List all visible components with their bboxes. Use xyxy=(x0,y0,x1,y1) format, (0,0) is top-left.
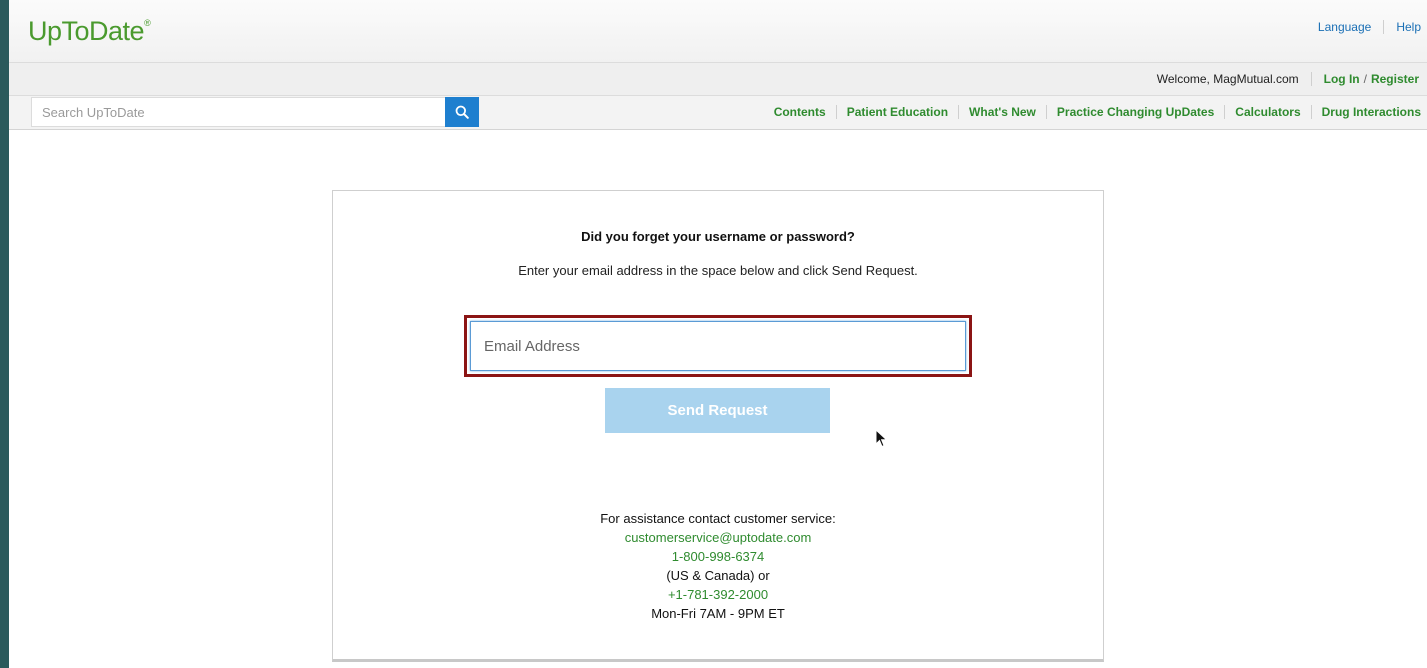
welcome-text: Welcome, xyxy=(1156,72,1210,86)
support-phone-intl-link[interactable]: +1-781-392-2000 xyxy=(333,585,1103,604)
divider xyxy=(1310,105,1312,119)
forgot-credentials-card: Did you forget your username or password… xyxy=(332,190,1104,662)
nav-whats-new[interactable]: What's New xyxy=(969,105,1036,119)
divider xyxy=(1383,20,1385,34)
send-request-button[interactable]: Send Request xyxy=(605,388,830,433)
slash-separator: / xyxy=(1363,72,1367,86)
mouse-cursor-icon xyxy=(875,429,888,448)
search-button[interactable] xyxy=(445,97,479,127)
registered-mark: ® xyxy=(144,18,151,28)
email-field-highlight xyxy=(464,315,972,377)
language-link[interactable]: Language xyxy=(1318,20,1371,34)
main-nav: Contents Patient Education What's New Pr… xyxy=(774,105,1421,119)
support-hours: Mon-Fri 7AM - 9PM ET xyxy=(651,606,785,621)
user-bar: Welcome, MagMutual.com Log In / Register xyxy=(9,63,1427,96)
help-link[interactable]: Help xyxy=(1396,20,1421,34)
user-info: Welcome, MagMutual.com Log In / Register xyxy=(1157,72,1419,86)
user-name: MagMutual.com xyxy=(1213,72,1299,86)
nav-bar: Contents Patient Education What's New Pr… xyxy=(9,96,1427,130)
assistance-info: For assistance contact customer service:… xyxy=(333,509,1103,623)
support-email-link[interactable]: customerservice@uptodate.com xyxy=(333,528,1103,547)
nav-patient-education[interactable]: Patient Education xyxy=(847,105,948,119)
divider xyxy=(1224,105,1226,119)
search-icon xyxy=(455,105,469,119)
divider xyxy=(1310,72,1312,86)
support-phone-us-link[interactable]: 1-800-998-6374 xyxy=(333,547,1103,566)
login-link[interactable]: Log In xyxy=(1324,72,1360,86)
divider xyxy=(835,105,837,119)
browser-page: UpToDate® Language Help Welcome, MagMutu… xyxy=(9,0,1427,668)
register-link[interactable]: Register xyxy=(1371,72,1419,86)
assistance-intro: For assistance contact customer service: xyxy=(600,511,836,526)
top-links: Language Help xyxy=(1318,20,1421,34)
nav-contents[interactable]: Contents xyxy=(774,105,826,119)
uptodate-logo[interactable]: UpToDate® xyxy=(28,16,151,47)
instructions-text: Enter your email address in the space be… xyxy=(518,263,918,278)
divider xyxy=(958,105,960,119)
search-input[interactable] xyxy=(32,98,446,126)
page-title: Did you forget your username or password… xyxy=(581,229,855,244)
divider xyxy=(1045,105,1047,119)
nav-calculators[interactable]: Calculators xyxy=(1235,105,1300,119)
region-note: (US & Canada) or xyxy=(666,568,770,583)
email-field[interactable] xyxy=(470,321,966,371)
search-box xyxy=(31,97,479,127)
logo-text[interactable]: UpToDate xyxy=(28,16,145,46)
nav-drug-interactions[interactable]: Drug Interactions xyxy=(1322,105,1421,119)
top-header: UpToDate® Language Help xyxy=(9,0,1427,63)
nav-practice-changing-updates[interactable]: Practice Changing UpDates xyxy=(1057,105,1214,119)
